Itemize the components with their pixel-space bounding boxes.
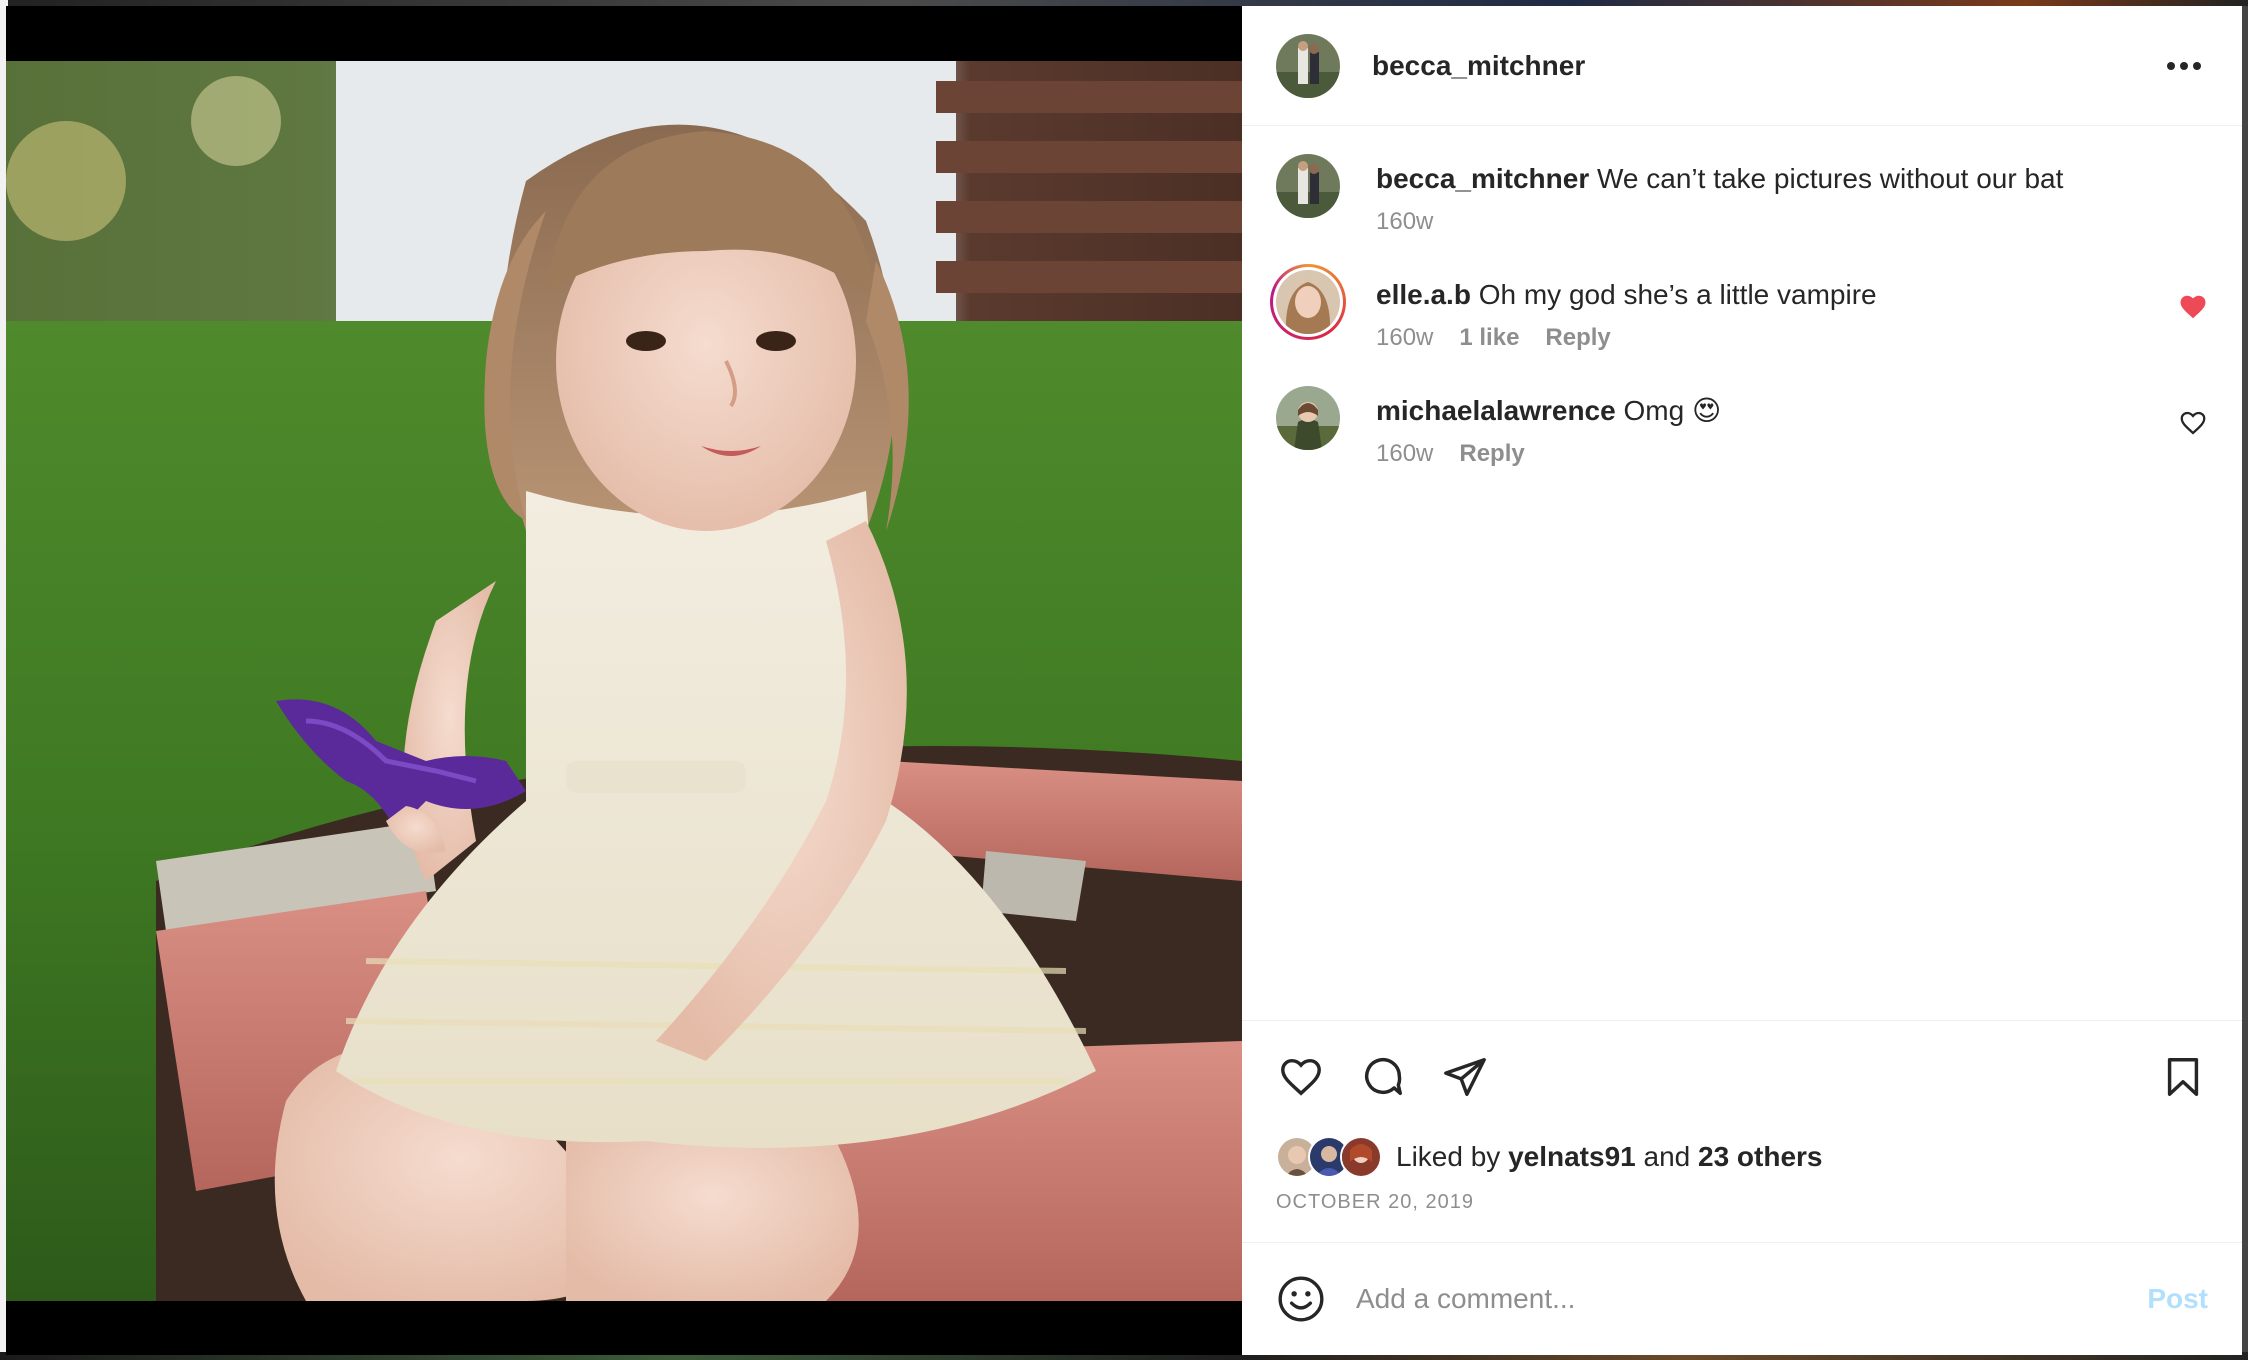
- liker-avatars[interactable]: [1276, 1136, 1382, 1178]
- photo-girl-with-purple-bat: [6, 61, 1242, 1301]
- comment-text: elle.a.b Oh my god she’s a little vampir…: [1376, 276, 2208, 314]
- caption-text: becca_mitchner We can’t take pictures wi…: [1376, 160, 2208, 198]
- comment-body: elle.a.b Oh my god she’s a little vampir…: [1376, 270, 2208, 352]
- comment-age[interactable]: 160w: [1376, 440, 1433, 468]
- likes-text: Liked by yelnats91 and 23 others: [1396, 1141, 1823, 1173]
- likes-summary: Liked by yelnats91 and 23 others: [1242, 1133, 2242, 1181]
- comment-username[interactable]: elle.a.b: [1376, 279, 1471, 310]
- comments-list: becca_mitchner We can’t take pictures wi…: [1242, 126, 2242, 1020]
- likes-prefix: Liked by: [1396, 1141, 1501, 1172]
- comment-meta: 160w 1 like Reply: [1376, 324, 2208, 352]
- heart-outline-icon[interactable]: [2178, 408, 2208, 438]
- comment-bubble-icon[interactable]: [1358, 1052, 1408, 1102]
- avatar-photo: [1276, 154, 1340, 218]
- caption-body: becca_mitchner We can’t take pictures wi…: [1376, 154, 2208, 236]
- more-horizontal-icon[interactable]: [2160, 42, 2208, 90]
- comment-username[interactable]: michaelalawrence: [1376, 395, 1616, 426]
- post-photo[interactable]: [6, 61, 1242, 1301]
- post-date[interactable]: OCTOBER 20, 2019: [1242, 1181, 2242, 1242]
- author-avatar[interactable]: [1276, 33, 1340, 98]
- avatar-photo: [1276, 270, 1340, 334]
- liker-avatar: [1340, 1136, 1382, 1178]
- likes-user-link[interactable]: yelnats91: [1508, 1141, 1636, 1172]
- comment-reply-button[interactable]: Reply: [1459, 440, 1524, 468]
- commenter-avatar: [1276, 270, 1340, 334]
- likes-joiner: and: [1643, 1141, 1691, 1172]
- avatar-photo: [1276, 386, 1340, 450]
- post-details-pane: becca_mitchner becca_mitchner We can’t t…: [1242, 6, 2242, 1355]
- save-bookmark-icon[interactable]: [2158, 1052, 2208, 1102]
- author-username[interactable]: becca_mitchner: [1372, 50, 1585, 82]
- likes-others-link[interactable]: 23 others: [1698, 1141, 1823, 1172]
- post-media-pane: [6, 6, 1242, 1355]
- caption-meta: 160w: [1376, 208, 2208, 236]
- caption-username[interactable]: becca_mitchner: [1376, 163, 1589, 194]
- share-paper-plane-icon[interactable]: [1440, 1052, 1490, 1102]
- commenter-avatar[interactable]: [1276, 386, 1340, 450]
- comment-text: michaelalawrence Omg 😍: [1376, 392, 2208, 430]
- comment-item: elle.a.b Oh my god she’s a little vampir…: [1270, 264, 2208, 352]
- post-comment-button[interactable]: Post: [2147, 1283, 2208, 1315]
- caption-age[interactable]: 160w: [1376, 208, 1433, 236]
- emoji-smiley-icon[interactable]: [1276, 1274, 1326, 1324]
- caption-content: We can’t take pictures without our bat: [1597, 163, 2064, 194]
- story-ring[interactable]: [1270, 264, 1346, 340]
- action-bar: [1242, 1020, 2242, 1133]
- comment-content: Omg 😍: [1623, 395, 1722, 426]
- comment-body: michaelalawrence Omg 😍 160w Reply: [1376, 386, 2208, 468]
- add-comment-bar: Post: [1242, 1242, 2242, 1355]
- caption-item: becca_mitchner We can’t take pictures wi…: [1276, 154, 2208, 236]
- comment-meta: 160w Reply: [1376, 440, 2208, 468]
- caption-author-avatar[interactable]: [1276, 154, 1340, 218]
- comment-reply-button[interactable]: Reply: [1545, 324, 1610, 352]
- heart-filled-icon[interactable]: [2178, 292, 2208, 322]
- comment-content: Oh my god she’s a little vampire: [1478, 279, 1877, 310]
- post-header: becca_mitchner: [1242, 6, 2242, 126]
- avatar-photo: [1276, 33, 1340, 98]
- add-comment-input[interactable]: [1354, 1282, 2148, 1316]
- like-heart-icon[interactable]: [1276, 1052, 1326, 1102]
- comment-age[interactable]: 160w: [1376, 324, 1433, 352]
- comment-like-count[interactable]: 1 like: [1459, 324, 1519, 352]
- comment-item: michaelalawrence Omg 😍 160w Reply: [1276, 386, 2208, 468]
